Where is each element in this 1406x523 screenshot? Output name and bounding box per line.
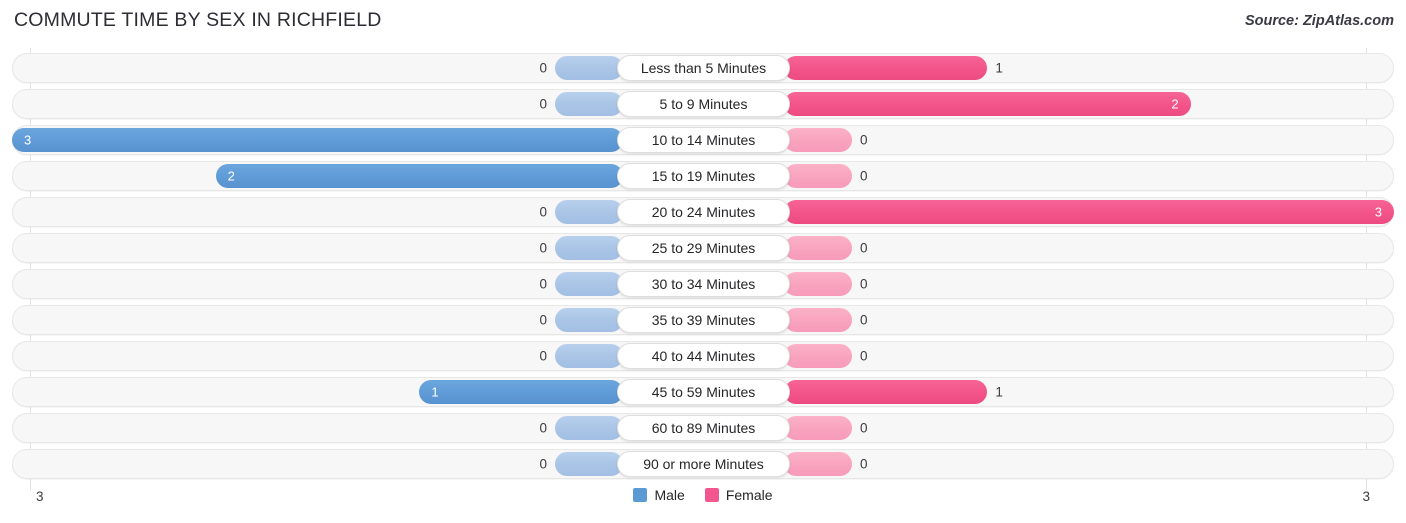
bar-value-female: 0	[860, 312, 868, 328]
category-label-pill: 25 to 29 Minutes	[617, 235, 790, 261]
bar-male[interactable]	[555, 92, 623, 116]
legend-label-female: Female	[725, 487, 773, 503]
bar-value-male: 0	[539, 348, 547, 364]
category-label-pill: 30 to 34 Minutes	[617, 271, 790, 297]
category-label-pill: 15 to 19 Minutes	[617, 163, 790, 189]
table-row: 2 0 15 to 19 Minutes	[12, 161, 1394, 191]
category-label-pill: 45 to 59 Minutes	[617, 379, 790, 405]
legend-swatch-male-icon	[633, 488, 648, 502]
bar-value-female: 0	[860, 240, 868, 256]
category-label-pill: 60 to 89 Minutes	[617, 415, 790, 441]
plot-area: 0 1 Less than 5 Minutes 0 2 5 to 9 Minutes 3 0 1…	[0, 48, 1406, 490]
bar-value-female: 2	[1171, 96, 1179, 112]
chart-legend: Male Female	[0, 487, 1406, 503]
bar-female[interactable]	[784, 452, 852, 476]
category-label-pill: 40 to 44 Minutes	[617, 343, 790, 369]
bar-male[interactable]	[555, 416, 623, 440]
bar-value-female: 1	[995, 384, 1003, 400]
table-row: 0 2 5 to 9 Minutes	[12, 89, 1394, 119]
bar-value-male: 0	[539, 96, 547, 112]
bar-value-female: 0	[860, 348, 868, 364]
legend-swatch-female-icon	[704, 488, 719, 502]
source-attribution: Source: ZipAtlas.com	[1244, 13, 1394, 29]
bar-value-male: 0	[539, 420, 547, 436]
bar-value-female: 1	[995, 60, 1003, 76]
page-title: COMMUTE TIME BY SEX IN RICHFIELD	[14, 9, 382, 31]
bar-female[interactable]: 3	[784, 200, 1394, 224]
category-label-pill: 35 to 39 Minutes	[617, 307, 790, 333]
bar-value-female: 0	[860, 168, 868, 184]
legend-label-male: Male	[654, 487, 685, 503]
table-row: 0 0 60 to 89 Minutes	[12, 413, 1394, 443]
table-row: 1 1 45 to 59 Minutes	[12, 377, 1394, 407]
bar-male[interactable]	[555, 272, 623, 296]
bar-value-male: 0	[539, 60, 547, 76]
bar-female[interactable]	[784, 128, 852, 152]
bar-value-male: 1	[431, 384, 439, 400]
bar-male[interactable]	[555, 236, 623, 260]
category-label-pill: 5 to 9 Minutes	[617, 91, 790, 117]
category-label-pill: 10 to 14 Minutes	[617, 127, 790, 153]
table-row: 0 0 25 to 29 Minutes	[12, 233, 1394, 263]
table-row: 0 0 90 or more Minutes	[12, 449, 1394, 479]
legend-item-male[interactable]: Male	[633, 487, 685, 503]
bar-value-female: 0	[860, 132, 868, 148]
bar-female[interactable]	[784, 56, 988, 80]
bar-female[interactable]	[784, 236, 852, 260]
chart-container: COMMUTE TIME BY SEX IN RICHFIELD Source:…	[0, 0, 1406, 523]
bar-female[interactable]	[784, 344, 852, 368]
bar-female[interactable]: 2	[784, 92, 1191, 116]
bar-male[interactable]: 2	[215, 164, 623, 188]
bar-value-male: 0	[539, 456, 547, 472]
bar-value-male: 0	[539, 276, 547, 292]
bar-value-male: 0	[539, 240, 547, 256]
table-row: 0 0 40 to 44 Minutes	[12, 341, 1394, 371]
table-row: 0 1 Less than 5 Minutes	[12, 53, 1394, 83]
bar-female[interactable]	[784, 164, 852, 188]
category-label-pill: 90 or more Minutes	[617, 451, 790, 477]
bar-male[interactable]	[555, 344, 623, 368]
bar-male[interactable]	[555, 200, 623, 224]
bar-male[interactable]: 3	[12, 128, 623, 152]
bar-value-female: 0	[860, 420, 868, 436]
table-row: 0 0 30 to 34 Minutes	[12, 269, 1394, 299]
bar-value-male: 0	[539, 312, 547, 328]
category-label-pill: Less than 5 Minutes	[617, 55, 790, 81]
bar-value-male: 3	[24, 132, 32, 148]
bar-male[interactable]	[555, 56, 623, 80]
bar-value-female: 3	[1374, 204, 1382, 220]
bar-value-female: 0	[860, 456, 868, 472]
bar-male[interactable]	[555, 452, 623, 476]
bar-female[interactable]	[784, 308, 852, 332]
bar-value-male: 2	[227, 168, 235, 184]
bar-value-male: 0	[539, 204, 547, 220]
table-row: 3 0 10 to 14 Minutes	[12, 125, 1394, 155]
bar-female[interactable]	[784, 380, 988, 404]
bar-value-female: 0	[860, 276, 868, 292]
legend-item-female[interactable]: Female	[704, 487, 773, 503]
bar-female[interactable]	[784, 272, 852, 296]
table-row: 0 3 20 to 24 Minutes	[12, 197, 1394, 227]
bar-male[interactable]: 1	[419, 380, 623, 404]
table-row: 0 0 35 to 39 Minutes	[12, 305, 1394, 335]
bar-male[interactable]	[555, 308, 623, 332]
category-label-pill: 20 to 24 Minutes	[617, 199, 790, 225]
bar-female[interactable]	[784, 416, 852, 440]
